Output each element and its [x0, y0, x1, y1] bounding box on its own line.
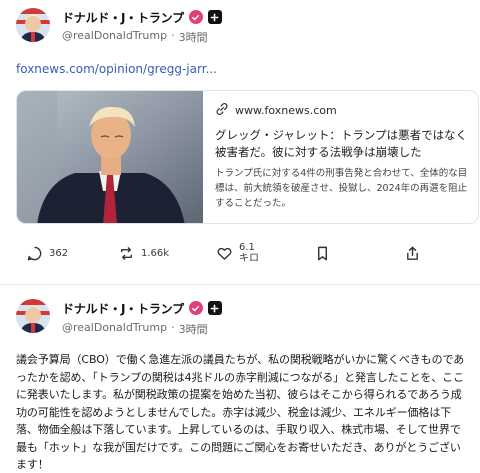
- repost-button[interactable]: 1.66k: [118, 238, 169, 268]
- post-body: 議会予算局（CBO）で働く急進左派の議員たちが、私の関税戦略がいかに驚くべきもの…: [16, 353, 465, 471]
- avatar[interactable]: [16, 299, 50, 333]
- post-link[interactable]: foxnews.com/opinion/gregg-jarr...: [16, 62, 217, 76]
- plus-badge-icon: [207, 10, 222, 24]
- meta-separator: ·: [171, 321, 175, 334]
- post-actions: 362 1.66k 6.1キロ: [16, 238, 456, 268]
- post[interactable]: ドナルド・J・トランプ @realDonaldTrump · 3時間 議会予算局…: [0, 284, 480, 473]
- like-button[interactable]: 6.1キロ: [216, 238, 263, 268]
- handle[interactable]: @realDonaldTrump: [62, 29, 167, 45]
- heart-icon: [216, 245, 233, 262]
- verified-badge-icon: [188, 10, 203, 24]
- link-preview-card[interactable]: www.foxnews.com グレッグ・ジャレット：トランプは悪者ではなく被害…: [16, 90, 479, 224]
- reply-icon: [26, 245, 43, 262]
- timestamp[interactable]: 3時間: [179, 29, 208, 45]
- handle[interactable]: @realDonaldTrump: [62, 321, 167, 337]
- card-description: トランプ氏に対する4件の刑事告発と合わせて、全体的な目標は、前大統領を破産させ、…: [215, 168, 468, 209]
- reply-count: 362: [49, 247, 69, 259]
- card-title: グレッグ・ジャレット：トランプは悪者ではなく被害者だ。彼に対する法戦争は崩壊した: [215, 128, 468, 159]
- bookmark-button[interactable]: [314, 238, 331, 268]
- plus-badge-icon: [207, 301, 222, 315]
- avatar[interactable]: [16, 8, 50, 42]
- meta-separator: ·: [171, 29, 175, 42]
- display-name[interactable]: ドナルド・J・トランプ: [62, 9, 184, 26]
- verified-badge-icon: [188, 301, 203, 315]
- link-icon: [215, 101, 229, 120]
- repost-icon: [118, 245, 135, 262]
- share-button[interactable]: [404, 238, 421, 268]
- post[interactable]: ドナルド・J・トランプ @realDonaldTrump · 3時間 foxne…: [0, 0, 480, 284]
- card-domain: www.foxnews.com: [235, 103, 337, 117]
- like-count: 6.1キロ: [239, 242, 259, 264]
- share-icon: [404, 245, 421, 262]
- timestamp[interactable]: 3時間: [179, 321, 208, 337]
- card-image: [17, 91, 203, 223]
- display-name[interactable]: ドナルド・J・トランプ: [62, 300, 184, 317]
- repost-count: 1.66k: [141, 247, 170, 259]
- bookmark-icon: [314, 245, 331, 262]
- reply-button[interactable]: 362: [26, 238, 68, 268]
